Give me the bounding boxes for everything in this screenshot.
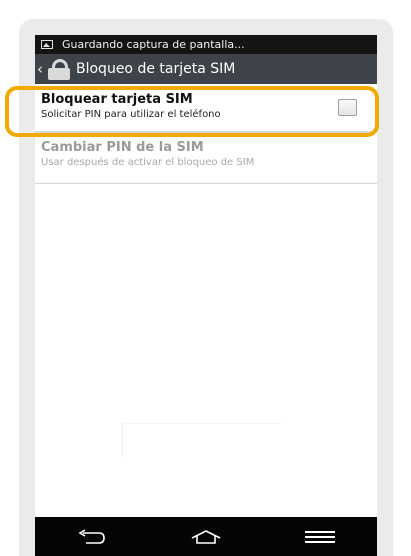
highlight-box [5, 86, 379, 137]
faint-overlay-panel [122, 423, 283, 458]
action-bar: ‹ Bloqueo de tarjeta SIM [35, 54, 377, 84]
setting-change-pin: Cambiar PIN de la SIM Usar después de ac… [35, 133, 377, 179]
setting-change-pin-subtitle: Usar después de activar el bloqueo de SI… [41, 157, 255, 168]
page-title: Bloqueo de tarjeta SIM [76, 61, 236, 77]
home-icon [191, 529, 221, 544]
navigation-bar [35, 517, 377, 556]
back-icon [78, 528, 105, 544]
status-bar: Guardando captura de pantalla... [35, 35, 377, 54]
status-text: Guardando captura de pantalla... [62, 38, 245, 51]
divider [35, 183, 377, 184]
home-button[interactable] [186, 522, 226, 552]
back-button[interactable] [72, 522, 112, 552]
menu-button[interactable] [300, 522, 340, 552]
image-icon [41, 40, 53, 49]
lock-icon[interactable] [47, 58, 71, 80]
chevron-left-icon[interactable]: ‹ [37, 60, 46, 78]
menu-icon [305, 530, 335, 543]
